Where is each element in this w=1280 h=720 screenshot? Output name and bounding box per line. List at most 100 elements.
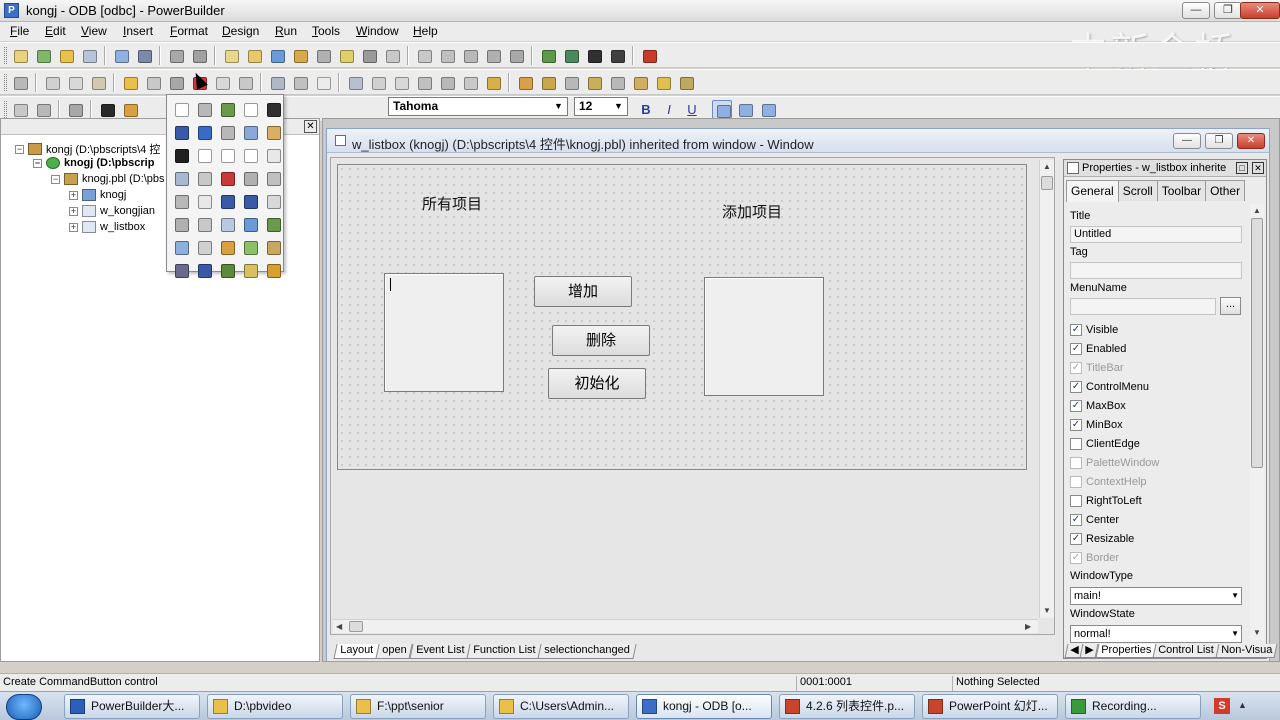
scroll-left-icon[interactable]: ◀: [336, 622, 342, 631]
line-icon[interactable]: [171, 145, 191, 165]
tray-expand-icon[interactable]: ▲: [1238, 700, 1247, 710]
taskbar-item[interactable]: D:\pbvideo: [207, 694, 343, 719]
tab-layout[interactable]: Layout: [333, 644, 380, 659]
radio-button-icon[interactable]: [263, 99, 283, 119]
size-icon[interactable]: [290, 73, 310, 92]
menu-window[interactable]: Window: [356, 24, 399, 38]
checkbox-center[interactable]: ✓ Center: [1070, 514, 1119, 526]
picturelistbox-icon[interactable]: [171, 214, 191, 234]
tab-selectionchanged[interactable]: selectionchanged: [537, 644, 637, 659]
system-tree-icon[interactable]: [134, 46, 154, 65]
project-icon[interactable]: [483, 46, 503, 65]
view-layout-icon[interactable]: [515, 73, 535, 92]
scrollbar-thumb[interactable]: [1251, 218, 1263, 468]
collapse-icon[interactable]: −: [33, 158, 42, 168]
scrollbar-thumb[interactable]: [349, 621, 363, 632]
library-painter-icon[interactable]: [111, 46, 131, 65]
tab-order-icon[interactable]: [212, 73, 232, 92]
picture-icon[interactable]: [217, 122, 237, 142]
tab-toolbar[interactable]: Toolbar: [1156, 180, 1207, 201]
horizontal-scrollbar[interactable]: ◀ ▶: [333, 619, 1038, 633]
db-profile-icon[interactable]: [359, 46, 379, 65]
spell-icon[interactable]: [460, 73, 480, 92]
debug-select-icon[interactable]: [561, 46, 581, 65]
toolbar-grip[interactable]: [4, 101, 7, 118]
checkbox-clientedge[interactable]: ClientEdge: [1070, 438, 1140, 450]
menu-painter-icon[interactable]: [290, 46, 310, 65]
comment-icon[interactable]: [368, 73, 388, 92]
tree-item-application[interactable]: + knogj: [69, 189, 126, 201]
minimize-button[interactable]: —: [1182, 2, 1210, 19]
label-added-items[interactable]: 添加项目: [722, 201, 782, 222]
checkbox-icon[interactable]: [240, 99, 260, 119]
datepicker-icon[interactable]: [263, 237, 283, 257]
sql-icon[interactable]: [382, 46, 402, 65]
htrackbar-icon[interactable]: [171, 191, 191, 211]
align-left-icon[interactable]: [712, 100, 732, 119]
richtextedit-icon[interactable]: [217, 168, 237, 188]
properties-icon[interactable]: [483, 73, 503, 92]
command-button-icon[interactable]: [194, 99, 214, 119]
align-right-icon[interactable]: [758, 100, 778, 119]
dropdownlistbox-icon[interactable]: [194, 214, 214, 234]
font-name-select[interactable]: Tahoma ▼: [388, 97, 568, 116]
close-icon[interactable]: ✕: [1252, 162, 1264, 174]
scroll-down-icon[interactable]: ▼: [1253, 628, 1261, 637]
tab-function-list[interactable]: Function List: [466, 644, 542, 659]
checkbox-enabled[interactable]: ✓ Enabled: [1070, 343, 1126, 355]
monthcalendar-icon[interactable]: [240, 237, 260, 257]
scroll-right-icon[interactable]: ▶: [1025, 622, 1031, 631]
select-run-icon[interactable]: [607, 46, 627, 65]
align-center-icon[interactable]: [735, 100, 755, 119]
view-declare-icon[interactable]: [607, 73, 627, 92]
view-properties-icon[interactable]: [676, 73, 696, 92]
datawindow-icon[interactable]: [267, 46, 287, 65]
checkbox-minbox[interactable]: ✓ MinBox: [1070, 419, 1123, 431]
tree-item-workspace[interactable]: − kongj (D:\pbscripts\4 控: [15, 141, 160, 157]
fill-color-icon[interactable]: [97, 100, 117, 119]
toolbar-grip[interactable]: [4, 47, 7, 64]
taskbar-item-active[interactable]: kongj - ODB [o...: [636, 694, 772, 719]
view-controls-icon[interactable]: [630, 73, 650, 92]
picture-button-icon[interactable]: [217, 99, 237, 119]
save-icon[interactable]: [10, 73, 30, 92]
run-icon[interactable]: [584, 46, 604, 65]
view-nonvisual-icon[interactable]: [653, 73, 673, 92]
expand-icon[interactable]: +: [69, 190, 78, 200]
collapse-icon[interactable]: −: [15, 144, 24, 154]
inkedit-icon[interactable]: [194, 260, 214, 280]
properties-scrollbar[interactable]: ▲ ▼: [1250, 204, 1264, 640]
hscrollbar-icon[interactable]: [240, 168, 260, 188]
checkbox-controlmenu[interactable]: ✓ ControlMenu: [1070, 381, 1149, 393]
query-icon[interactable]: [437, 46, 457, 65]
listbox-added-items[interactable]: [704, 277, 824, 396]
ole-icon[interactable]: [240, 260, 260, 280]
close-button[interactable]: ✕: [1237, 133, 1265, 149]
menuname-field[interactable]: [1070, 298, 1216, 315]
design-canvas[interactable]: 所有项目 添加项目 增加 删除 初始化: [337, 164, 1027, 470]
delete-icon[interactable]: [313, 73, 333, 92]
taskbar-item[interactable]: PowerBuilder大...: [64, 694, 200, 719]
title-field[interactable]: Untitled: [1070, 226, 1242, 243]
link-icon[interactable]: [414, 73, 434, 92]
oval-icon[interactable]: [194, 145, 214, 165]
maximize-button[interactable]: ❐: [1214, 2, 1242, 19]
listbox-icon[interactable]: [263, 191, 283, 211]
close-button[interactable]: ✕: [1240, 2, 1280, 19]
windowtype-select[interactable]: main! ▼: [1070, 587, 1242, 605]
listview-icon[interactable]: [240, 214, 260, 234]
vertical-scrollbar[interactable]: ▲ ▼: [1039, 160, 1054, 618]
paste-icon[interactable]: [88, 73, 108, 92]
tab-control-icon[interactable]: [171, 237, 191, 257]
preview-layout-icon[interactable]: [345, 73, 365, 92]
menu-insert[interactable]: Insert: [123, 24, 153, 38]
tree-item-window[interactable]: + w_listbox: [69, 221, 145, 233]
tree-item-library[interactable]: − knogj.pbl (D:\pbs: [51, 173, 165, 185]
browser-icon[interactable]: [414, 46, 434, 65]
vprogressbar-icon[interactable]: [240, 191, 260, 211]
picturehyperlink-icon[interactable]: [240, 122, 260, 142]
graph-icon[interactable]: [217, 237, 237, 257]
view-script-icon[interactable]: [538, 73, 558, 92]
expand-icon[interactable]: +: [69, 206, 78, 216]
user-object-icon[interactable]: [263, 260, 283, 280]
